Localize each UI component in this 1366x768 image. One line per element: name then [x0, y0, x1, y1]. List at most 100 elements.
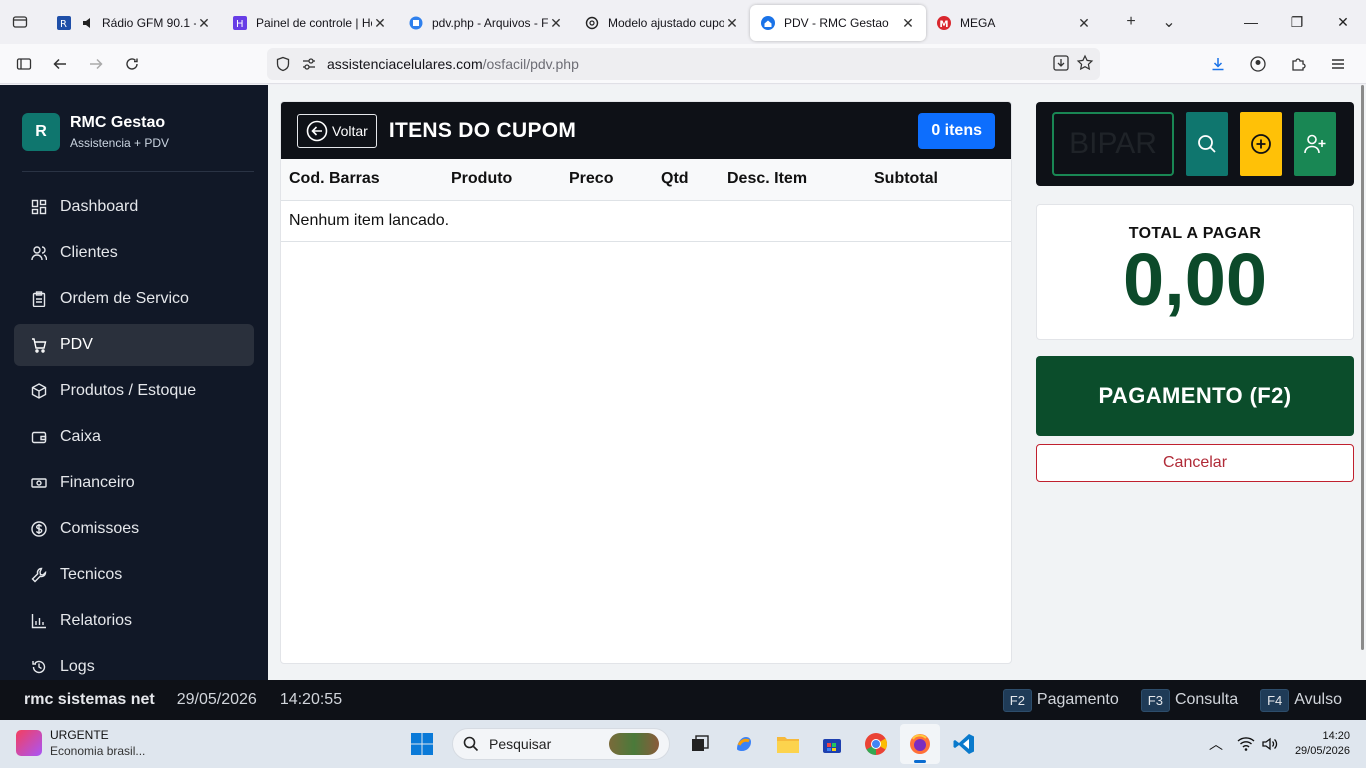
file-explorer-button[interactable]: [768, 724, 808, 764]
sidebar-item-dashboard[interactable]: Dashboard: [14, 186, 254, 228]
browser-tab[interactable]: pdv.php - Arquivos - Fi ✕: [398, 5, 574, 41]
tab-list-icon: [12, 16, 28, 28]
sidebar-item-tecnicos[interactable]: Tecnicos: [14, 554, 254, 596]
downloads-button[interactable]: [1200, 48, 1236, 80]
column-header: Cod. Barras: [281, 159, 443, 201]
new-tab-icon[interactable]: +: [1112, 13, 1150, 31]
dollar-icon: [30, 520, 48, 538]
forward-button[interactable]: [78, 48, 114, 80]
account-button[interactable]: [1240, 48, 1276, 80]
store-icon: [823, 739, 841, 753]
close-tab-icon[interactable]: ✕: [900, 15, 916, 31]
menu-button[interactable]: [1320, 48, 1356, 80]
svg-text:M: M: [940, 20, 949, 30]
tab-list-button[interactable]: [0, 0, 40, 44]
total-value: 0,00: [1122, 238, 1268, 321]
home-favicon-icon: [760, 15, 776, 31]
chevron-up-icon[interactable]: ︿: [1209, 734, 1223, 754]
sidebar-item-logs[interactable]: Logs: [14, 646, 254, 680]
sidebar-item-produtos-estoque[interactable]: Produtos / Estoque: [14, 370, 254, 412]
shortcut-list: F2 Pagamento F3 Consulta F4 Avulso: [981, 680, 1342, 720]
browser-tab[interactable]: R Rádio GFM 90.1 - ✕: [46, 5, 222, 41]
url-bar[interactable]: assistenciacelulares.com/osfacil/pdv.php: [267, 48, 1100, 80]
save-page-icon[interactable]: [1052, 54, 1070, 72]
close-tab-icon[interactable]: ✕: [372, 15, 388, 31]
clock[interactable]: 14:20 29/05/2026: [1295, 729, 1350, 759]
add-customer-button[interactable]: [1294, 112, 1336, 176]
table-row: Nenhum item lancado.: [281, 200, 1011, 242]
browser-tab[interactable]: H Painel de controle | Ho ✕: [222, 5, 398, 41]
volume-icon[interactable]: [1261, 736, 1279, 752]
url-host: assistenciacelulares.com: [327, 56, 483, 72]
cupom-header: Voltar ITENS DO CUPOM 0 itens: [281, 102, 1011, 159]
shortcut-key: F2: [1002, 688, 1032, 712]
search-icon: [463, 736, 479, 752]
firefox-icon: [910, 734, 930, 754]
reload-button[interactable]: [114, 48, 150, 80]
vscode-button[interactable]: [944, 724, 984, 764]
extensions-button[interactable]: [1280, 48, 1316, 80]
close-tab-icon[interactable]: ✕: [724, 15, 740, 31]
clock-time: 14:20: [1322, 730, 1350, 742]
brand[interactable]: R RMC Gestao Assistencia + PDV: [22, 113, 169, 151]
store-button[interactable]: [812, 724, 852, 764]
payment-button[interactable]: PAGAMENTO (F2): [1036, 356, 1354, 436]
site-settings-icon[interactable]: [301, 56, 317, 72]
cupom-items-table: Cod. Barras Produto Preco Qtd Desc. Item…: [281, 159, 1011, 242]
browser-tab[interactable]: Modelo ajustado cupo ✕: [574, 5, 750, 41]
search-icon: [1198, 135, 1216, 153]
barcode-input[interactable]: BIPAR: [1052, 112, 1174, 176]
speaker-icon[interactable]: [80, 15, 96, 31]
back-button[interactable]: [42, 48, 78, 80]
add-item-button[interactable]: [1240, 112, 1282, 176]
close-window-icon[interactable]: ✕: [1320, 0, 1366, 44]
restore-icon[interactable]: ❐: [1274, 0, 1320, 44]
sidebar-item-ordem-servico[interactable]: Ordem de Servico: [14, 278, 254, 320]
firefox-button[interactable]: [900, 724, 940, 764]
news-widget[interactable]: URGENTE Economia brasil...: [16, 728, 145, 758]
wifi-icon[interactable]: [1237, 736, 1255, 752]
browser-tab[interactable]: M MEGA ✕: [926, 5, 1102, 41]
task-view-button[interactable]: [680, 724, 720, 764]
shortcut-avulso[interactable]: F4 Avulso: [1260, 688, 1342, 712]
windows-taskbar: URGENTE Economia brasil... Pesquisar ︿ 1…: [0, 720, 1366, 768]
users-icon: [30, 244, 48, 262]
cupom-title: ITENS DO CUPOM: [388, 118, 577, 142]
minimize-icon[interactable]: —: [1228, 0, 1274, 44]
main-content: Voltar ITENS DO CUPOM 0 itens Cod. Barra…: [268, 85, 1366, 680]
browser-tab-active[interactable]: PDV - RMC Gestao ✕: [750, 5, 926, 41]
start-button[interactable]: [402, 724, 442, 764]
svg-text:R: R: [60, 19, 67, 30]
news-subtitle: Economia brasil...: [50, 744, 146, 758]
copilot-button[interactable]: [724, 724, 764, 764]
chrome-button[interactable]: [856, 724, 896, 764]
cancel-button[interactable]: Cancelar: [1036, 444, 1354, 482]
taskbar-search[interactable]: Pesquisar: [452, 728, 670, 760]
divider: [22, 171, 254, 172]
vscode-icon: [953, 734, 974, 754]
cart-icon: [30, 336, 48, 354]
shortcut-consulta[interactable]: F3 Consulta: [1140, 688, 1238, 712]
chevron-down-icon[interactable]: ⌄: [1150, 12, 1188, 32]
close-tab-icon[interactable]: ✕: [1076, 15, 1092, 31]
sidebar-item-clientes[interactable]: Clientes: [14, 232, 254, 274]
search-product-button[interactable]: [1186, 112, 1228, 176]
hamburger-icon: [1332, 59, 1344, 69]
sidebar-item-pdv[interactable]: PDV: [14, 324, 254, 366]
windows-logo-icon: [411, 733, 433, 755]
sidebar-item-caixa[interactable]: Caixa: [14, 416, 254, 458]
scrollbar[interactable]: [1361, 85, 1364, 650]
sidebar-item-comissoes[interactable]: Comissoes: [14, 508, 254, 550]
news-icon: [16, 730, 42, 756]
sidebar-item-relatorios[interactable]: Relatorios: [14, 600, 254, 642]
close-tab-icon[interactable]: ✕: [196, 15, 212, 31]
shortcut-pagamento[interactable]: F2 Pagamento: [1002, 688, 1119, 712]
news-title: URGENTE: [50, 728, 109, 742]
copilot-icon: [737, 737, 751, 751]
bookmark-star-icon[interactable]: [1076, 54, 1094, 72]
voltar-button[interactable]: Voltar: [297, 113, 377, 148]
sidebar-item-financeiro[interactable]: Financeiro: [14, 462, 254, 504]
task-view-icon: [692, 735, 709, 751]
close-tab-icon[interactable]: ✕: [548, 15, 564, 31]
sidebar-toggle-button[interactable]: [6, 48, 42, 80]
